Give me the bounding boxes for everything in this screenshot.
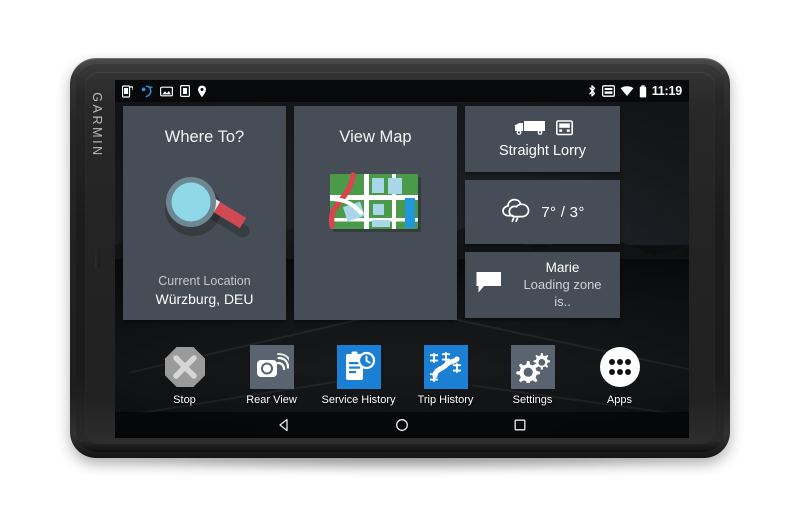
weather-temperature: 7° / 3°: [541, 203, 585, 221]
screenshot-root: GARMIN 11:19 Where To? Current Location …: [0, 0, 800, 518]
photo-icon: [160, 86, 173, 97]
dock-label-rear-view: Rear View: [246, 394, 297, 406]
device-screen: 11:19 Where To? Current Location Würzbur…: [115, 80, 689, 438]
wifi-icon: [620, 85, 634, 97]
app-grid-icon: [598, 345, 642, 389]
vehicle-icons: [513, 119, 573, 141]
dock-label-stop: Stop: [173, 394, 196, 406]
weather-widget[interactable]: 7° / 3°: [465, 180, 620, 244]
speech-bubble-icon: [475, 269, 505, 300]
current-location-label: Current Location: [158, 274, 251, 289]
current-location-value: Würzburg, DEU: [155, 290, 254, 307]
dock-app-rear-view[interactable]: Rear View: [240, 345, 304, 406]
garmin-logo: GARMIN: [77, 85, 117, 165]
tile-row: Where To? Current Location Würzburg, DEU…: [123, 106, 620, 320]
current-location-block: Current Location Würzburg, DEU: [123, 273, 286, 308]
message-sender: Marie: [545, 260, 580, 276]
rear-camera-icon: [249, 345, 294, 389]
message-widget[interactable]: Marie Loading zone is..: [465, 252, 620, 318]
widget-column: Straight Lorry 7° / 3° Marie Loading zon…: [465, 106, 620, 320]
cast-screen-icon: [601, 85, 615, 97]
cloud-rain-icon: [500, 197, 532, 228]
device-side-button[interactable]: [95, 248, 100, 270]
android-navigation-bar: [115, 412, 689, 438]
gears-icon: [510, 345, 555, 389]
dock-label-settings: Settings: [512, 394, 553, 406]
garmin-logo-text: GARMIN: [90, 92, 105, 158]
phone-link-icon: [122, 84, 133, 98]
sd-card-icon: [180, 85, 190, 97]
battery-icon: [639, 84, 647, 98]
dock-app-service-history[interactable]: Service History: [322, 345, 395, 406]
where-to-tile[interactable]: Where To? Current Location Würzburg, DEU: [123, 106, 286, 320]
dock-label-apps: Apps: [606, 394, 633, 406]
view-map-title: View Map: [339, 128, 412, 146]
dock-app-apps[interactable]: Apps: [588, 345, 652, 406]
clipboard-clock-icon: [336, 345, 381, 389]
vehicle-profile-label: Straight Lorry: [498, 143, 587, 159]
message-preview: Loading zone is..: [523, 276, 602, 309]
dock-label-trip-history: Trip History: [417, 394, 474, 406]
dock-app-trip-history[interactable]: Trip History: [414, 345, 478, 406]
status-bar-left-icons: [122, 84, 207, 98]
message-content: Marie Loading zone is..: [465, 259, 620, 310]
garmin-drive-icon: [140, 84, 153, 98]
dock-label-service-history: Service History: [321, 394, 396, 406]
stop-octagon-icon: [163, 345, 207, 389]
home-screen: Where To? Current Location Würzburg, DEU…: [115, 102, 689, 438]
status-clock: 11:19: [651, 84, 682, 98]
app-dock: Stop Rear View Service History Trip Hist…: [115, 345, 689, 406]
dock-app-settings[interactable]: Settings: [501, 345, 565, 406]
recents-button[interactable]: [505, 414, 535, 436]
truck-side-icon: [513, 119, 547, 141]
message-text: Marie Loading zone is..: [515, 259, 610, 310]
dock-app-stop[interactable]: Stop: [153, 345, 217, 406]
weather-row: 7° / 3°: [500, 197, 584, 228]
where-to-title: Where To?: [164, 128, 245, 146]
bluetooth-icon: [587, 84, 597, 98]
back-button[interactable]: [269, 414, 299, 436]
status-bar-right-icons: 11:19: [587, 84, 682, 98]
trip-route-icon: [423, 345, 468, 389]
status-bar[interactable]: 11:19: [115, 80, 689, 102]
map-icon: [294, 158, 457, 250]
view-map-tile[interactable]: View Map: [294, 106, 457, 320]
home-button[interactable]: [387, 414, 417, 436]
vehicle-profile-widget[interactable]: Straight Lorry: [465, 106, 620, 172]
location-pin-icon: [197, 85, 207, 98]
magnifier-icon: [123, 158, 286, 250]
truck-front-icon: [555, 119, 573, 141]
